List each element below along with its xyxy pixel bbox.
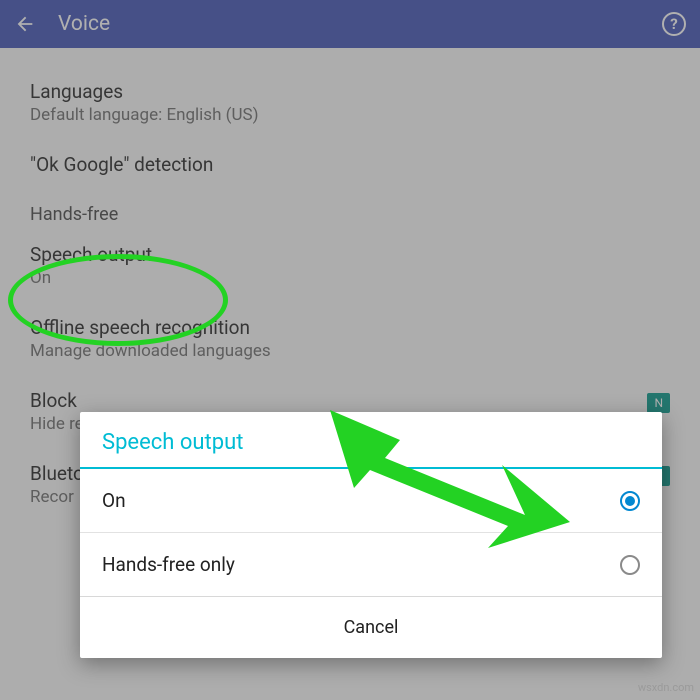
watermark: wsxdn.com — [638, 681, 694, 694]
radio-icon[interactable] — [620, 555, 640, 575]
radio-icon[interactable] — [620, 491, 640, 511]
dialog-speech-output: Speech output On Hands-free only Cancel — [80, 412, 662, 658]
cancel-button[interactable]: Cancel — [80, 596, 662, 658]
dialog-option-hands-free-only[interactable]: Hands-free only — [80, 533, 662, 596]
dialog-option-on[interactable]: On — [80, 469, 662, 532]
dialog-title: Speech output — [80, 412, 662, 467]
option-label: On — [102, 489, 126, 512]
option-label: Hands-free only — [102, 553, 235, 576]
